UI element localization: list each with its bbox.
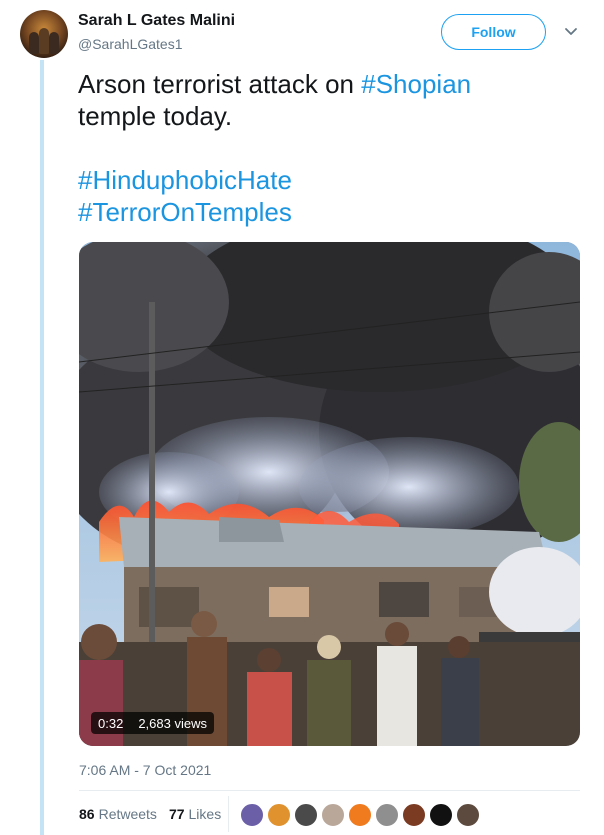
divider <box>79 790 580 791</box>
liker-avatar[interactable] <box>240 803 264 827</box>
chevron-down-icon[interactable] <box>562 22 580 40</box>
tweet-text-line2: temple today. <box>78 101 233 131</box>
video-frame <box>79 242 580 746</box>
hashtag-link[interactable]: #HinduphobicHate <box>78 164 578 196</box>
tweet-text: Arson terrorist attack on #Shopian templ… <box>78 68 578 228</box>
liker-avatar[interactable] <box>375 803 399 827</box>
tweet-timestamp[interactable]: 7:06 AM - 7 Oct 2021 <box>79 762 211 778</box>
liker-avatar[interactable] <box>456 803 480 827</box>
video-info-badge: 0:32 2,683 views <box>91 712 214 734</box>
retweets-count[interactable]: 86 <box>79 806 95 822</box>
video-duration: 0:32 <box>98 715 124 731</box>
liker-avatar[interactable] <box>267 803 291 827</box>
engagement-stats: 86 Retweets 77 Likes <box>79 806 221 822</box>
hashtag-link[interactable]: #Shopian <box>361 69 471 99</box>
liker-avatar[interactable] <box>402 803 426 827</box>
liker-avatar[interactable] <box>429 803 453 827</box>
avatar[interactable] <box>20 10 68 58</box>
video-views: 2,683 views <box>138 715 207 731</box>
tweet-text-line1: Arson terrorist attack on <box>78 69 362 99</box>
stats-separator <box>228 796 229 832</box>
user-handle[interactable]: @SarahLGates1 <box>78 36 183 52</box>
hashtag-link[interactable]: #TerrorOnTemples <box>78 196 578 228</box>
retweets-label[interactable]: Retweets <box>99 806 157 822</box>
likes-label[interactable]: Likes <box>189 806 222 822</box>
liker-avatar[interactable] <box>294 803 318 827</box>
user-name[interactable]: Sarah L Gates Malini <box>78 12 235 30</box>
video-player[interactable]: 0:32 2,683 views <box>79 242 580 746</box>
thread-line <box>40 60 44 835</box>
likes-count[interactable]: 77 <box>169 806 185 822</box>
liker-avatars <box>240 803 483 827</box>
liker-avatar[interactable] <box>348 803 372 827</box>
follow-button[interactable]: Follow <box>441 14 546 50</box>
liker-avatar[interactable] <box>321 803 345 827</box>
